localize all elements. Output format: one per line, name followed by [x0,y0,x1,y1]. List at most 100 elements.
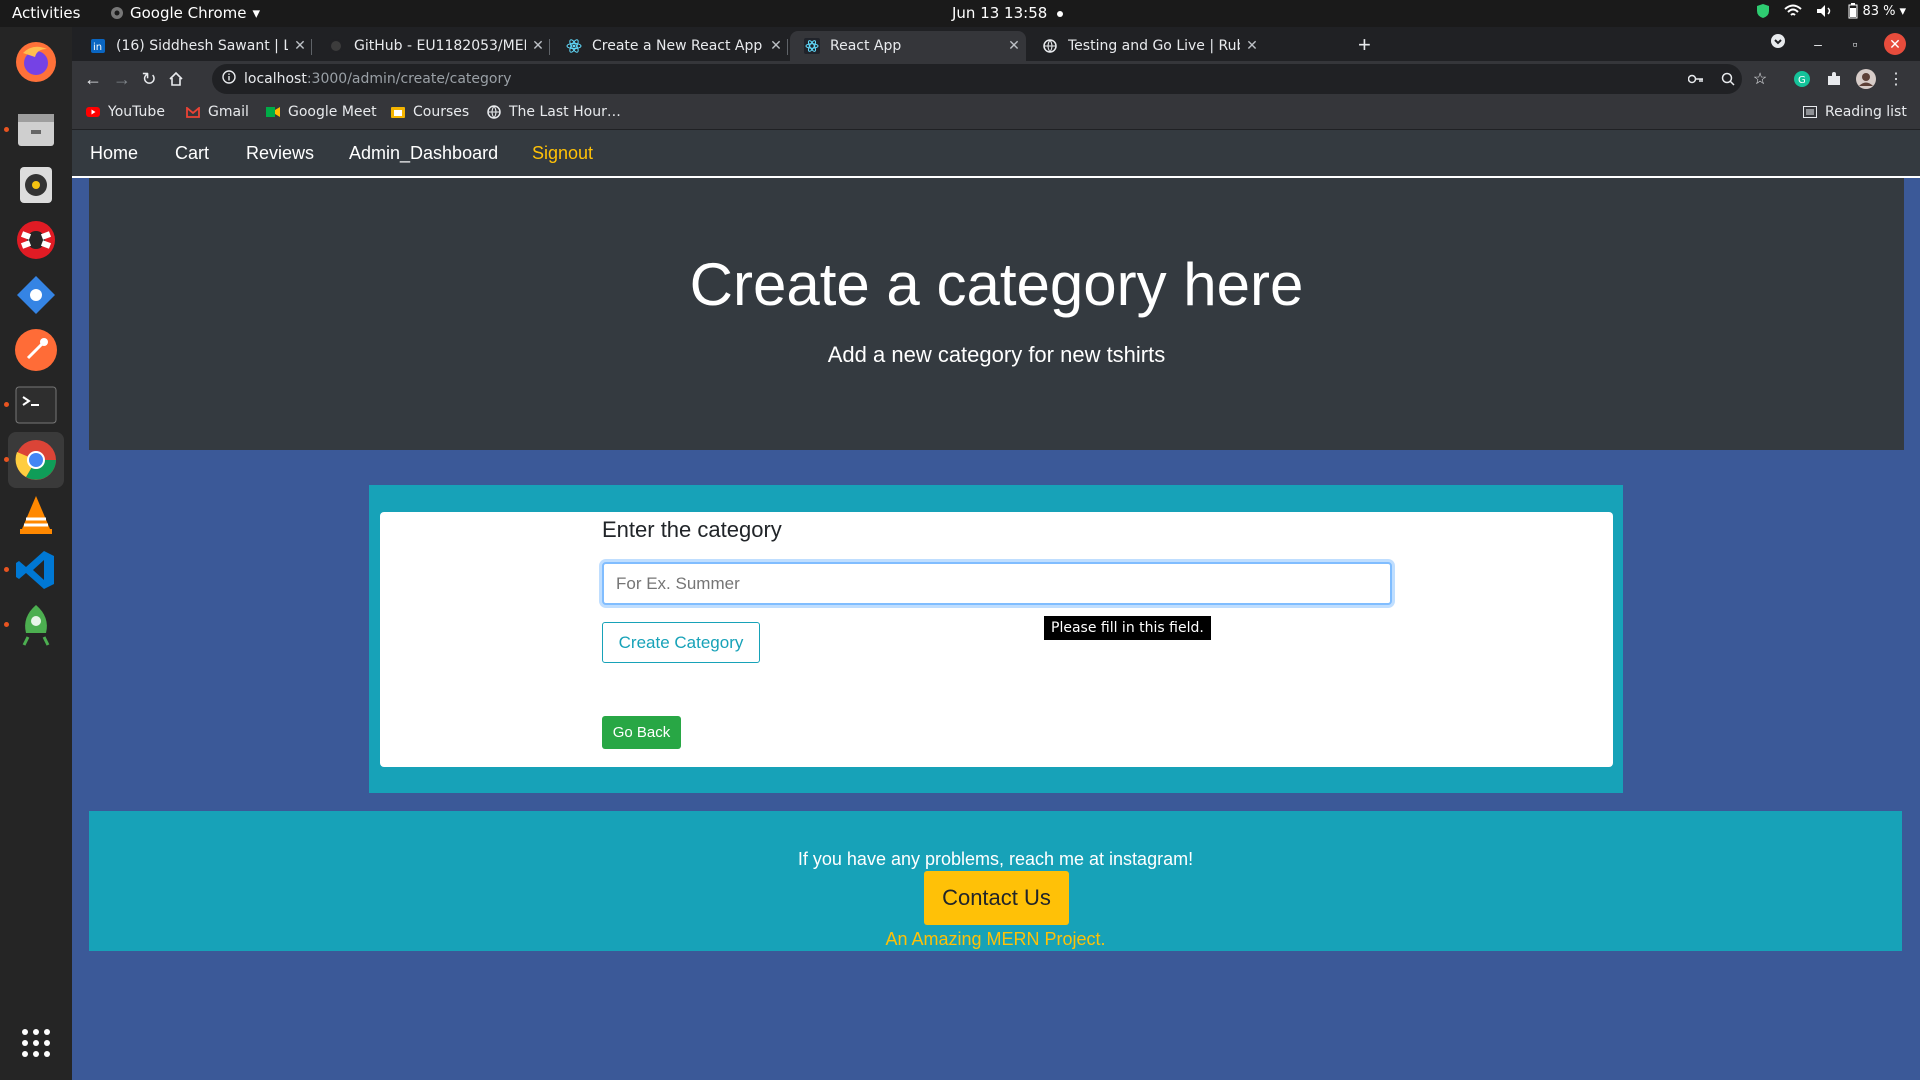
nav-home[interactable]: Home [90,143,138,164]
nav-admin-dashboard[interactable]: Admin_Dashboard [349,143,498,164]
page-subtitle: Add a new category for new tshirts [827,342,1166,367]
react-icon [804,38,820,54]
bookmark-last-hour[interactable]: The Last Hour… [487,104,621,120]
close-icon[interactable]: ✕ [526,38,550,54]
dock-chrome[interactable] [4,432,64,488]
category-form-card: Enter the category Create Category Go Ba… [380,512,1613,767]
nav-reviews[interactable]: Reviews [246,143,314,164]
rhythmbox-icon [20,167,52,203]
key-icon[interactable] [1684,67,1708,91]
close-icon[interactable]: ✕ [1002,38,1026,54]
extensions-icon[interactable] [1822,67,1846,91]
dock-firefox[interactable] [8,34,64,90]
bookmark-label: Google Meet [288,104,377,120]
browser-toolbar: ← → ↻ localhost:3000/admin/create/catego… [72,61,1920,96]
menu-dots-icon[interactable]: ⋮ [1884,67,1908,91]
google-meet-icon [266,105,280,119]
bookmark-label: Courses [413,104,470,120]
bookmark-label: The Last Hour… [509,104,621,120]
running-indicator [4,127,9,132]
ubuntu-dock [0,27,72,1080]
bookmark-courses[interactable]: Courses [391,104,469,120]
running-indicator [4,567,9,572]
react-icon [566,38,582,54]
terminal-icon [15,386,57,424]
bookmark-gmail[interactable]: Gmail [186,104,249,120]
battery-percent: 83 % [1862,3,1896,19]
dock-vlc[interactable] [8,487,64,543]
go-back-button[interactable]: Go Back [602,716,681,749]
tab-create-react-app[interactable]: Create a New React App – ✕ [552,31,788,61]
dock-postman[interactable] [8,322,64,378]
svg-text:in: in [93,42,102,53]
tab-strip: in (16) Siddhesh Sawant | Lin ✕ GitHub -… [72,27,1920,61]
files-icon [18,114,54,146]
firefox-icon [16,42,56,82]
dock-rhythmbox[interactable] [8,157,64,213]
web-page: Home Cart Reviews Admin_Dashboard Signou… [72,130,1920,1080]
site-navbar: Home Cart Reviews Admin_Dashboard Signou… [72,130,1920,178]
globe-icon [487,105,501,119]
clock[interactable]: Jun 13 13:58 [952,4,1064,22]
nav-signout[interactable]: Signout [532,143,593,164]
nav-cart[interactable]: Cart [175,143,209,164]
reading-list-label: Reading list [1825,104,1907,120]
home-icon[interactable] [164,67,188,91]
create-category-button[interactable]: Create Category [602,622,760,663]
bookmarks-bar: YouTube Gmail Google Meet Courses The La… [72,96,1920,130]
tab-github[interactable]: GitHub - EU1182053/MERN ✕ [314,31,550,61]
github-icon [328,38,344,54]
dock-software-updater[interactable] [8,267,64,323]
reading-list-icon [1803,105,1817,119]
contact-us-button[interactable]: Contact Us [924,871,1069,925]
running-indicator [4,402,9,407]
close-icon[interactable]: ✕ [1240,38,1264,54]
wifi-icon [1784,4,1803,16]
running-indicator [4,457,9,462]
close-icon[interactable]: ✕ [288,38,312,54]
activities-button[interactable]: Activities [12,4,80,22]
back-icon[interactable]: ← [81,67,105,91]
bookmark-google-meet[interactable]: Google Meet [266,104,377,120]
close-icon[interactable]: ✕ [764,38,788,54]
dock-vscode[interactable] [4,542,64,598]
zoom-icon[interactable] [1716,67,1740,91]
robo3t-icon [22,605,50,646]
updater-icon [17,276,55,314]
tab-react-app[interactable]: React App ✕ [790,31,1026,61]
dock-help[interactable] [8,212,64,268]
minimize-icon[interactable]: – [1807,33,1829,55]
hero-jumbotron: Create a category here Add a new categor… [89,178,1904,450]
folder-icon [391,105,405,119]
dock-files[interactable] [4,102,64,158]
tab-title: Testing and Go Live | Ruby [1068,38,1240,54]
system-tray[interactable]: 83 % ▾ [1756,3,1906,19]
vlc-icon [20,496,52,534]
dock-robo3t[interactable] [4,597,64,653]
tab-search-icon[interactable] [1767,33,1789,55]
tab-linkedin[interactable]: in (16) Siddhesh Sawant | Lin ✕ [76,31,312,61]
battery-icon [1848,3,1858,19]
app-menu[interactable]: Google Chrome ▾ [110,4,260,22]
grammarly-icon[interactable]: G [1790,67,1814,91]
battery-indicator: 83 % ▾ [1848,3,1906,19]
reload-icon[interactable]: ↻ [137,67,161,91]
close-window-icon[interactable]: ✕ [1884,33,1906,55]
new-tab-button[interactable]: + [1358,32,1371,58]
tab-ruby-testing[interactable]: Testing and Go Live | Ruby ✕ [1028,31,1264,61]
dock-terminal[interactable] [4,377,64,433]
bookmark-youtube[interactable]: YouTube [86,104,165,120]
forward-icon[interactable]: → [110,67,134,91]
tab-title: GitHub - EU1182053/MERN [354,38,526,54]
address-bar[interactable]: localhost:3000/admin/create/category [212,64,1742,94]
form-container: Enter the category Create Category Go Ba… [369,485,1623,793]
dock-show-apps[interactable] [8,1015,64,1071]
bookmark-label: YouTube [108,104,165,120]
category-input[interactable] [602,562,1392,605]
bookmark-star-icon[interactable]: ☆ [1748,67,1772,91]
reading-list-button[interactable]: Reading list [1803,104,1907,120]
maximize-icon[interactable]: ▫ [1844,33,1866,55]
profile-avatar[interactable] [1854,67,1878,91]
footer-message: If you have any problems, reach me at in… [797,849,1194,869]
site-info-icon[interactable] [222,70,236,88]
